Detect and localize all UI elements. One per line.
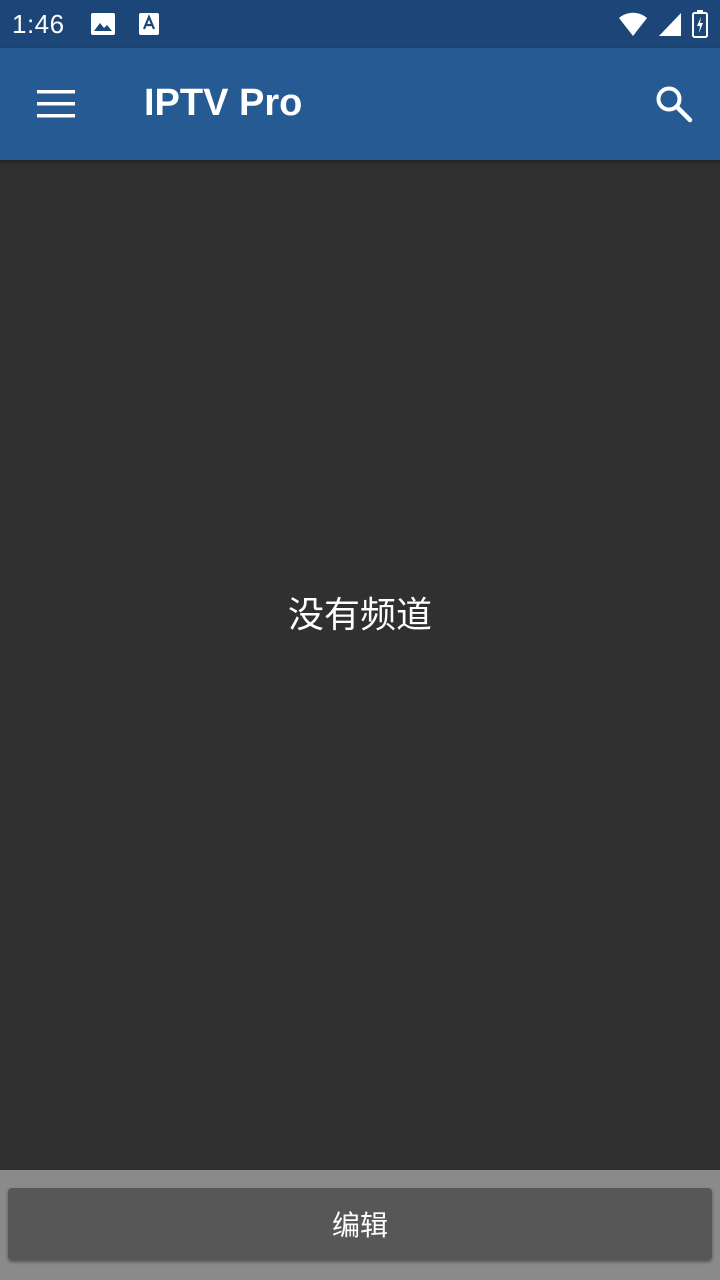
image-icon [90,12,116,41]
status-bar: 1:46 [0,0,720,48]
search-icon[interactable] [654,84,694,124]
cell-signal-icon [658,11,682,42]
bottom-bar: 编辑 [0,1170,720,1280]
wifi-icon [618,11,648,42]
app-bar: IPTV Pro [0,48,720,160]
edit-button[interactable]: 编辑 [8,1188,712,1260]
status-time: 1:46 [12,9,65,39]
page-title: IPTV Pro [144,82,303,124]
status-notification-icons [90,12,160,41]
font-icon [138,12,160,41]
empty-channels-message: 没有频道 [287,594,432,635]
status-system-icons [618,10,708,43]
hamburger-menu-icon[interactable] [36,86,76,122]
battery-icon [692,10,708,43]
